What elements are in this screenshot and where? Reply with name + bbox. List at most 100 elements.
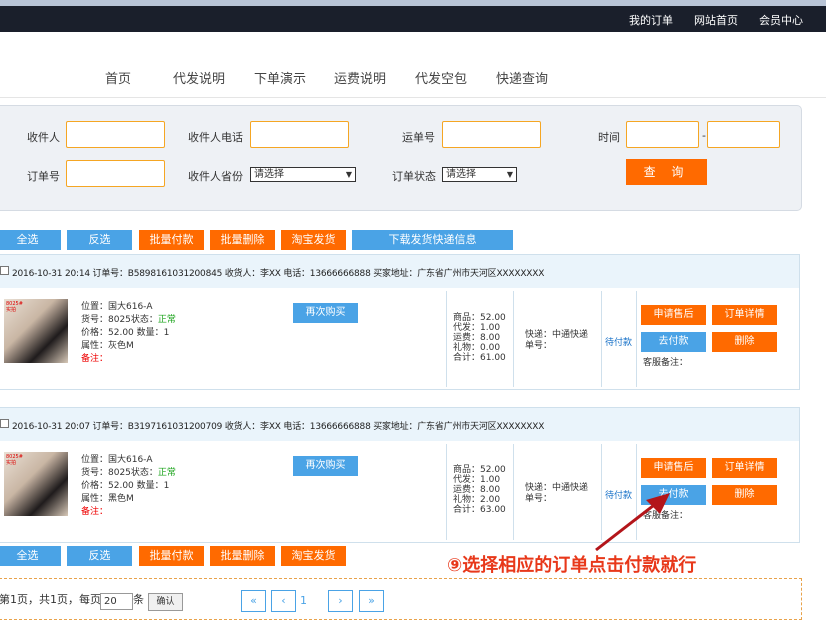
product-attr: 属性：黑色M xyxy=(81,494,134,504)
start-time-input[interactable] xyxy=(626,121,699,148)
current-page[interactable]: 1 xyxy=(300,594,307,607)
phone-label: 收件人电话 xyxy=(188,131,243,144)
thumbnail-tag: 8025# 实拍 xyxy=(6,301,23,313)
column-divider xyxy=(446,291,447,387)
nav-order-demo[interactable]: 下单演示 xyxy=(254,68,306,87)
nav-dropship-info[interactable]: 代发说明 xyxy=(173,68,225,87)
column-divider xyxy=(513,444,514,540)
status-select[interactable]: 请选择 ▼ xyxy=(442,167,517,182)
select-all-button[interactable]: 全选 xyxy=(0,230,61,250)
annotation-arrow-icon xyxy=(595,493,670,552)
annotation-text: ⑨选择相应的订单点击付款就行 xyxy=(447,555,697,576)
invert-selection-button-bottom[interactable]: 反选 xyxy=(67,546,132,566)
taobao-ship-button[interactable]: 淘宝发货 xyxy=(281,230,346,250)
product-info: 位置：国大616-A 货号：8025状态：正常 价格：52.00 数量：1 属性… xyxy=(81,301,176,366)
product-location: 位置：国大616-A xyxy=(81,455,153,465)
status-label: 订单状态 xyxy=(392,170,436,183)
end-time-input[interactable] xyxy=(707,121,780,148)
product-note: 备注： xyxy=(81,507,109,517)
order-card: 2016-10-31 20:07 订单号：B3197161031200709 收… xyxy=(0,407,800,543)
product-thumbnail[interactable]: 8025# 实拍 xyxy=(4,299,68,363)
my-orders-link[interactable]: 我的订单 xyxy=(629,12,673,28)
order-checkbox[interactable] xyxy=(0,419,9,428)
order-card: 2016-10-31 20:14 订单号：B5898161031200845 收… xyxy=(0,254,800,390)
time-label: 时间 xyxy=(598,131,620,144)
batch-pay-button-bottom[interactable]: 批量付款 xyxy=(139,546,204,566)
service-remark: 客服备注： xyxy=(643,358,689,368)
next-page-button[interactable]: › xyxy=(328,590,353,612)
batch-delete-button[interactable]: 批量删除 xyxy=(210,230,275,250)
per-page-unit: 条 xyxy=(133,593,144,606)
product-attr: 属性：灰色M xyxy=(81,341,134,351)
product-info: 位置：国大616-A 货号：8025状态：正常 价格：52.00 数量：1 属性… xyxy=(81,454,176,519)
product-item-no: 货号：8025状态： xyxy=(81,468,158,478)
delete-button[interactable]: 删除 xyxy=(712,485,777,505)
order-checkbox[interactable] xyxy=(0,266,9,275)
apply-aftersale-button[interactable]: 申请售后 xyxy=(641,305,706,325)
order-amounts: 商品：52.00 代发：1.00 运费：8.00 礼物：2.00 合计：63.0… xyxy=(453,465,506,515)
column-divider xyxy=(636,291,637,387)
order-detail-button[interactable]: 订单详情 xyxy=(712,305,777,325)
order-no-label: 订单号 xyxy=(27,170,60,183)
dropdown-arrow-icon: ▼ xyxy=(506,170,513,179)
taobao-ship-button-bottom[interactable]: 淘宝发货 xyxy=(281,546,346,566)
product-item-line: 货号：8025状态：正常 xyxy=(81,314,176,327)
province-select-value: 请选择 xyxy=(254,169,284,180)
column-divider xyxy=(513,291,514,387)
order-header-text: 2016-10-31 20:14 订单号：B5898161031200845 收… xyxy=(12,269,545,279)
rebuy-button[interactable]: 再次购买 xyxy=(293,303,358,323)
product-price: 价格：52.00 数量：1 xyxy=(81,481,170,491)
pagination: 第1页，共1页，每页 20 条 确认 « ‹ 1 › » xyxy=(0,578,802,620)
order-amounts: 商品：52.00 代发：1.00 运费：8.00 礼物：0.00 合计：61.0… xyxy=(453,313,506,363)
product-thumbnail[interactable]: 8025# 实拍 xyxy=(4,452,68,516)
pay-button[interactable]: 去付款 xyxy=(641,332,706,352)
first-page-button[interactable]: « xyxy=(241,590,266,612)
order-shipping: 快递：中通快递 单号： xyxy=(525,483,589,504)
batch-pay-button[interactable]: 批量付款 xyxy=(139,230,204,250)
order-shipping: 快递：中通快递 单号： xyxy=(525,330,589,351)
thumbnail-tag: 8025# 实拍 xyxy=(6,454,23,466)
nav-home[interactable]: 首页 xyxy=(105,68,131,87)
last-page-button[interactable]: » xyxy=(359,590,384,612)
order-header: 2016-10-31 20:07 订单号：B3197161031200709 收… xyxy=(0,408,799,441)
nav-express-query[interactable]: 快递查询 xyxy=(496,68,548,87)
batch-delete-button-bottom[interactable]: 批量删除 xyxy=(210,546,275,566)
time-separator: - xyxy=(702,129,706,142)
top-bar: 我的订单 网站首页 会员中心 xyxy=(0,0,826,32)
receiver-input[interactable] xyxy=(66,121,165,148)
nav-shipping-info[interactable]: 运费说明 xyxy=(334,68,386,87)
product-status: 正常 xyxy=(157,468,176,478)
order-header-text: 2016-10-31 20:07 订单号：B3197161031200709 收… xyxy=(12,422,545,432)
prev-page-button[interactable]: ‹ xyxy=(271,590,296,612)
province-label: 收件人省份 xyxy=(188,170,243,183)
product-price: 价格：52.00 数量：1 xyxy=(81,328,170,338)
province-select[interactable]: 请选择 ▼ xyxy=(250,167,356,182)
product-note: 备注： xyxy=(81,354,109,364)
query-button[interactable]: 查 询 xyxy=(626,159,707,185)
select-all-button-bottom[interactable]: 全选 xyxy=(0,546,61,566)
waybill-input[interactable] xyxy=(442,121,541,148)
rebuy-button[interactable]: 再次购买 xyxy=(293,456,358,476)
product-item-line: 货号：8025状态：正常 xyxy=(81,467,176,480)
product-status: 正常 xyxy=(157,315,176,325)
pager-confirm-button[interactable]: 确认 xyxy=(148,593,183,611)
nav-divider xyxy=(0,97,826,98)
delete-button[interactable]: 删除 xyxy=(712,332,777,352)
waybill-label: 运单号 xyxy=(402,131,435,144)
pager-info: 第1页，共1页，每页 xyxy=(0,593,101,606)
invert-selection-button[interactable]: 反选 xyxy=(67,230,132,250)
member-center-link[interactable]: 会员中心 xyxy=(759,12,803,28)
site-home-link[interactable]: 网站首页 xyxy=(694,12,738,28)
order-header: 2016-10-31 20:14 订单号：B5898161031200845 收… xyxy=(0,255,799,288)
phone-input[interactable] xyxy=(250,121,349,148)
download-shipping-button[interactable]: 下载发货快递信息 xyxy=(352,230,513,250)
column-divider xyxy=(601,291,602,387)
per-page-input[interactable]: 20 xyxy=(100,593,133,610)
apply-aftersale-button[interactable]: 申请售后 xyxy=(641,458,706,478)
nav-empty-parcel[interactable]: 代发空包 xyxy=(415,68,467,87)
dropdown-arrow-icon: ▼ xyxy=(345,170,352,179)
product-item-no: 货号：8025状态： xyxy=(81,315,158,325)
order-no-input[interactable] xyxy=(66,160,165,187)
order-detail-button[interactable]: 订单详情 xyxy=(712,458,777,478)
status-select-value: 请选择 xyxy=(446,169,476,180)
